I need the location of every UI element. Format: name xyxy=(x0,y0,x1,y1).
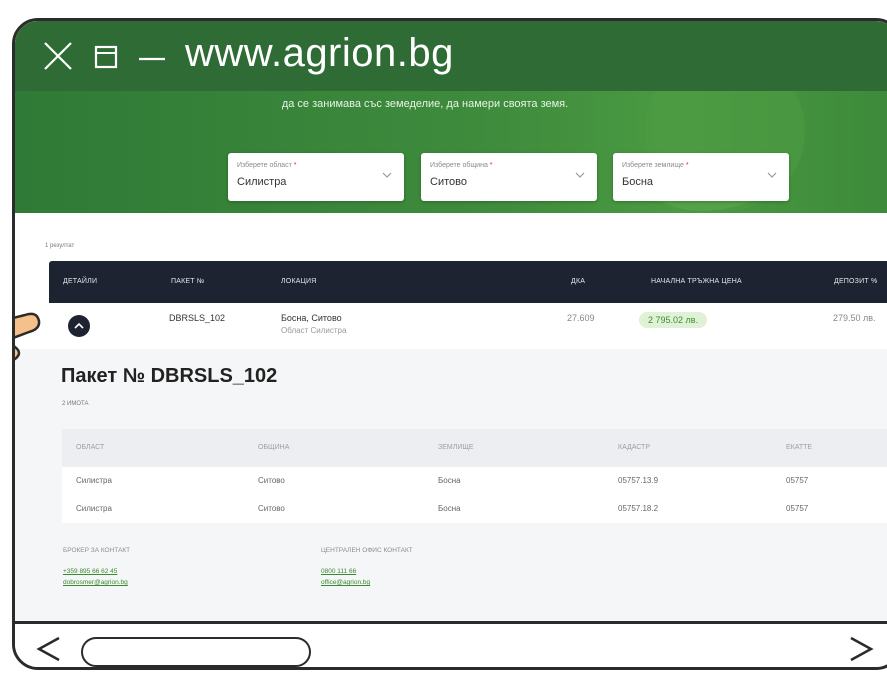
municipality-select-value: Ситово xyxy=(430,176,467,188)
detail-row: Силистра Ситово Босна 05757.18.2 05757 xyxy=(62,495,887,523)
header-deposit: ДЕПОЗИТ % xyxy=(834,278,878,285)
detail-land: Босна xyxy=(438,476,461,485)
header-details: ДЕТАЙЛИ xyxy=(63,278,98,285)
land-select[interactable]: Изберете землище * Босна xyxy=(613,153,789,201)
package-number: DBRSLS_102 xyxy=(169,313,226,323)
header-area: ДКА xyxy=(571,278,586,285)
detail-header-ekatte: ЕКАТТЕ xyxy=(786,444,813,451)
broker-heading: БРОКЕР ЗА КОНТАКТ xyxy=(63,547,131,554)
chevron-up-icon xyxy=(74,322,84,329)
detail-header-region: ОБЛАСТ xyxy=(76,444,105,451)
deposit-value: 279.50 лв. xyxy=(833,313,876,323)
back-icon[interactable] xyxy=(35,634,65,664)
price-badge: 2 795.02 лв. xyxy=(639,312,708,328)
header-price: НАЧАЛНА ТРЪЖНА ЦЕНА xyxy=(651,278,742,285)
region-text: Област Силистра xyxy=(281,326,347,335)
header-package: ПАКЕТ № xyxy=(171,278,205,285)
hero-banner: да се занимава със земеделие, да намери … xyxy=(15,91,887,213)
forward-icon[interactable] xyxy=(845,634,875,664)
hero-tagline: да се занимава със земеделие, да намери … xyxy=(281,98,569,110)
detail-header-cadastre: КАДАСТР xyxy=(618,444,651,451)
package-title: Пакет № DBRSLS_102 xyxy=(61,365,278,387)
land-select-value: Босна xyxy=(622,176,654,188)
address-bar-url[interactable]: www.agrion.bg xyxy=(185,31,454,76)
office-heading: ЦЕНТРАЛЕН ОФИС КОНТАКТ xyxy=(321,547,413,554)
detail-region: Силистра xyxy=(76,504,112,513)
detail-cadastre: 05757.18.2 xyxy=(618,504,659,513)
detail-municipality: Ситово xyxy=(258,504,285,513)
detail-header-municipality: ОБЩИНА xyxy=(258,444,290,451)
detail-ekatte: 05757 xyxy=(786,504,809,513)
detail-row: Силистра Ситово Босна 05757.13.9 05757 xyxy=(62,467,887,495)
detail-ekatte: 05757 xyxy=(786,476,809,485)
minimize-icon[interactable] xyxy=(137,39,167,73)
maximize-icon[interactable] xyxy=(93,39,121,73)
location-text: Босна, Ситово xyxy=(281,313,342,323)
office-phone-link[interactable]: 0800 111 66 xyxy=(321,568,356,575)
close-icon[interactable] xyxy=(43,39,73,73)
table-row[interactable]: DBRSLS_102 Босна, Ситово Област Силистра… xyxy=(49,303,887,349)
chevron-down-icon xyxy=(575,172,585,178)
land-select-label: Изберете землище xyxy=(622,162,684,169)
package-detail-panel: Пакет № DBRSLS_102 2 ИМОТА ОБЛАСТ ОБЩИНА… xyxy=(15,349,887,621)
office-email-link[interactable]: office@agrion.bg xyxy=(321,579,370,586)
horizontal-scrollbar[interactable] xyxy=(81,637,311,667)
detail-table-header: ОБЛАСТ ОБЩИНА ЗЕМЛИЩЕ КАДАСТР ЕКАТТЕ xyxy=(62,429,887,467)
detail-header-land: ЗЕМЛИЩЕ xyxy=(438,444,474,451)
chevron-down-icon xyxy=(382,172,392,178)
browser-window: www.agrion.bg да се занимава със земедел… xyxy=(12,18,887,670)
detail-cadastre: 05757.13.9 xyxy=(618,476,659,485)
table-header: ДЕТАЙЛИ ПАКЕТ № ЛОКАЦИЯ ДКА НАЧАЛНА ТРЪЖ… xyxy=(49,261,887,303)
region-select-value: Силистра xyxy=(237,176,287,188)
broker-email-link[interactable]: dobrosmer@agrion.bg xyxy=(63,579,128,586)
browser-bottom-bar xyxy=(15,621,887,667)
municipality-select[interactable]: Изберете община * Ситово xyxy=(421,153,597,201)
detail-municipality: Ситово xyxy=(258,476,285,485)
header-location: ЛОКАЦИЯ xyxy=(281,278,317,285)
browser-titlebar: www.agrion.bg xyxy=(15,21,887,91)
area-value: 27.609 xyxy=(567,313,595,323)
chevron-down-icon xyxy=(767,172,777,178)
municipality-select-label: Изберете община xyxy=(430,162,488,169)
broker-phone-link[interactable]: +359 895 66 62 45 xyxy=(63,568,117,575)
results-count: 1 резултат xyxy=(45,243,75,249)
region-select[interactable]: Изберете област * Силистра xyxy=(228,153,404,201)
expand-toggle-button[interactable] xyxy=(68,315,90,337)
pointing-hand-icon xyxy=(15,312,41,361)
detail-land: Босна xyxy=(438,504,461,513)
region-select-label: Изберете област xyxy=(237,162,292,169)
detail-region: Силистра xyxy=(76,476,112,485)
